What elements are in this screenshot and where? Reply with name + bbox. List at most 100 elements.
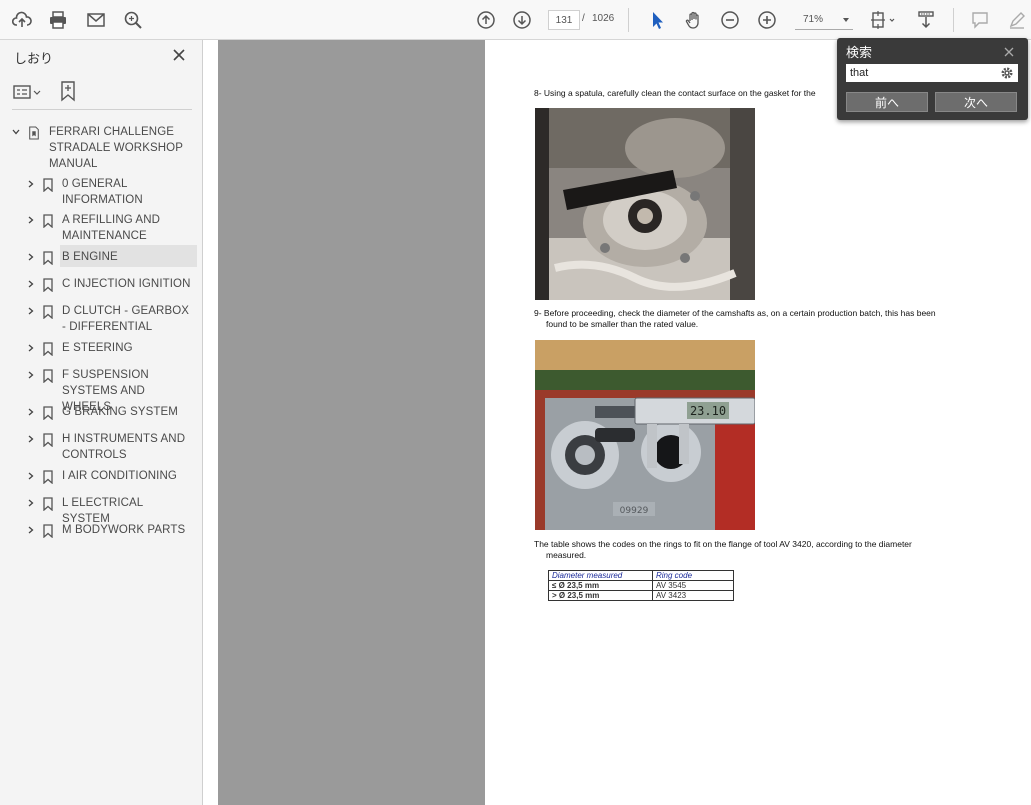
zoom-level-select[interactable]: 71% [795, 10, 853, 30]
zoom-in-icon[interactable] [755, 8, 779, 32]
table-header-row: Diameter measured Ring code [548, 570, 734, 581]
bookmark-item-instruments[interactable]: H INSTRUMENTS AND CONTROLS [0, 431, 200, 463]
print-icon[interactable] [46, 8, 70, 32]
select-cursor-icon[interactable] [645, 8, 669, 32]
panel-divider [12, 109, 192, 110]
bookmark-label: 0 GENERAL INFORMATION [62, 178, 143, 206]
caliper-reading: 23.10 [690, 404, 726, 418]
zoom-out-icon[interactable] [718, 8, 742, 32]
comment-icon[interactable] [968, 8, 992, 32]
bookmark-item-steering[interactable]: E STEERING [0, 340, 200, 358]
bookmark-icon [43, 369, 53, 383]
bookmark-item-general-information[interactable]: 0 GENERAL INFORMATION [0, 176, 200, 208]
document-bookmark-icon [29, 126, 39, 140]
chevron-right-icon[interactable] [27, 280, 35, 288]
bookmark-item-braking[interactable]: G BRAKING SYSTEM [0, 404, 200, 422]
table-cell: AV 3545 [652, 580, 734, 591]
engine-number: 09929 [620, 506, 649, 516]
main-toolbar: / 1026 71% [0, 0, 1031, 40]
new-bookmark-icon[interactable] [58, 80, 78, 102]
bookmark-icon [43, 342, 53, 356]
search-panel: 検索 前へ 次へ [837, 38, 1028, 120]
camshaft-caliper-photo: 23.10 09929 [535, 340, 755, 530]
bookmark-label: B ENGINE [62, 251, 118, 263]
gasket-photo [535, 108, 755, 300]
bookmark-label: A REFILLING AND MAINTENANCE [62, 214, 161, 242]
bookmark-label: E STEERING [62, 342, 133, 354]
zoom-level-value: 71% [803, 14, 824, 25]
close-icon[interactable] [172, 48, 186, 62]
chevron-right-icon[interactable] [27, 435, 35, 443]
pdf-page: 8- Using a spatula, carefully clean the … [485, 40, 1031, 805]
table-row: > Ø 23,5 mm AV 3423 [548, 590, 734, 601]
bookmark-item-refilling[interactable]: A REFILLING AND MAINTENANCE [0, 212, 200, 244]
bookmark-icon [43, 278, 53, 292]
bookmark-item-suspension[interactable]: F SUSPENSION SYSTEMS AND WHEELS [0, 367, 200, 413]
scroll-mode-icon[interactable] [914, 8, 938, 32]
gear-icon[interactable] [1000, 66, 1014, 80]
mail-icon[interactable] [84, 8, 108, 32]
bookmark-icon [43, 433, 53, 447]
upload-cloud-icon[interactable] [10, 8, 34, 32]
close-icon[interactable] [1004, 44, 1014, 57]
chevron-right-icon[interactable] [27, 472, 35, 480]
chevron-right-icon[interactable] [27, 253, 35, 261]
bookmark-label: M BODYWORK PARTS [62, 524, 186, 536]
bookmark-label: D CLUTCH - GEARBOX - DIFFERENTIAL [62, 305, 190, 333]
bookmark-item-bodywork[interactable]: M BODYWORK PARTS [0, 522, 200, 540]
next-page-icon[interactable] [510, 8, 534, 32]
previous-page-icon[interactable] [474, 8, 498, 32]
chevron-right-icon[interactable] [27, 344, 35, 352]
chevron-right-icon[interactable] [27, 499, 35, 507]
bookmark-icon [43, 178, 53, 192]
document-viewport[interactable]: 8- Using a spatula, carefully clean the … [204, 40, 1031, 805]
chevron-down-icon [843, 18, 849, 22]
bookmark-item-injection[interactable]: C INJECTION IGNITION [0, 276, 200, 294]
chevron-down-icon[interactable] [12, 128, 20, 136]
table-header: Ring code [652, 570, 734, 581]
page-separator: / [582, 13, 585, 24]
table-cell: ≤ Ø 23,5 mm [548, 580, 653, 591]
next-result-button[interactable]: 次へ [935, 92, 1017, 112]
chevron-right-icon[interactable] [27, 180, 35, 188]
chevron-right-icon[interactable] [27, 216, 35, 224]
bookmark-options-icon[interactable] [12, 82, 42, 102]
previous-result-button[interactable]: 前へ [846, 92, 928, 112]
chevron-right-icon[interactable] [27, 408, 35, 416]
search-input[interactable] [846, 64, 1018, 82]
chevron-right-icon[interactable] [27, 307, 35, 315]
bookmark-label: I AIR CONDITIONING [62, 470, 177, 482]
bookmark-label: C INJECTION IGNITION [62, 278, 191, 290]
bookmark-icon [43, 406, 53, 420]
chevron-right-icon[interactable] [27, 526, 35, 534]
bookmark-label: H INSTRUMENTS AND CONTROLS [62, 433, 186, 461]
bookmark-label: G BRAKING SYSTEM [62, 406, 178, 418]
bookmark-icon [43, 497, 53, 511]
fit-page-icon[interactable] [868, 8, 898, 32]
bookmark-item-air-conditioning[interactable]: I AIR CONDITIONING [0, 468, 200, 486]
search-panel-title: 検索 [846, 45, 873, 60]
bookmark-root[interactable]: FERRARI CHALLENGE STRADALE WORKSHOP MANU… [0, 124, 200, 172]
bookmark-icon [43, 470, 53, 484]
toolbar-divider-2 [953, 8, 954, 32]
bookmark-icon [43, 214, 53, 228]
table-row: ≤ Ø 23,5 mm AV 3545 [548, 580, 734, 591]
pen-highlight-icon[interactable] [1005, 8, 1029, 32]
chevron-right-icon[interactable] [27, 371, 35, 379]
bookmark-item-clutch[interactable]: D CLUTCH - GEARBOX - DIFFERENTIAL [0, 303, 200, 335]
bookmark-icon [43, 251, 53, 265]
page-gutter [218, 40, 485, 805]
table-intro-text-continued: measured. [546, 550, 587, 560]
bookmark-item-electrical[interactable]: L ELECTRICAL SYSTEM [0, 495, 200, 525]
ring-code-table: Diameter measured Ring code ≤ Ø 23,5 mm … [548, 570, 734, 601]
table-cell: > Ø 23,5 mm [548, 590, 653, 601]
step-9-text: 9- Before proceeding, check the diameter… [534, 308, 936, 318]
zoom-search-icon[interactable] [121, 8, 145, 32]
hand-tool-icon[interactable] [682, 8, 706, 32]
bookmark-icon [43, 305, 53, 319]
toolbar-divider [628, 8, 629, 32]
bookmark-icon [43, 524, 53, 538]
bookmark-item-engine[interactable]: B ENGINE [0, 245, 200, 267]
table-header: Diameter measured [548, 570, 653, 581]
page-number-input[interactable] [548, 10, 580, 30]
